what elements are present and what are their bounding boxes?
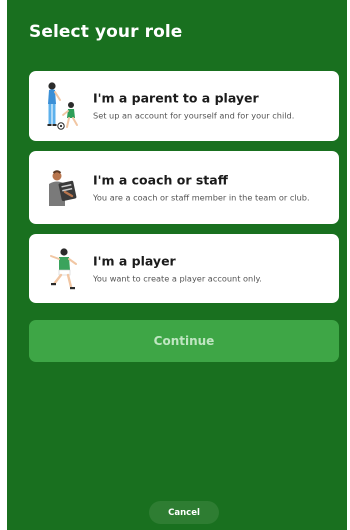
role-option-title: I'm a parent to a player (93, 90, 259, 106)
role-option-text: I'm a coach or staff You are a coach or … (93, 172, 331, 203)
player-running-icon (50, 247, 77, 289)
continue-button[interactable]: Continue (29, 320, 339, 362)
role-option-title: I'm a coach or staff (93, 172, 228, 187)
coach-with-clipboard-icon (49, 169, 77, 206)
role-option-description: You want to create a player account only… (93, 273, 262, 283)
role-option-coach[interactable]: I'm a coach or staff You are a coach or … (29, 151, 339, 224)
role-option-title: I'm a player (93, 253, 176, 268)
role-selection-panel: Select your role I'm a parent to a playe… (7, 0, 347, 530)
role-option-text: I'm a player You want to create a player… (93, 253, 331, 284)
role-option-description: Set up an account for yourself and for y… (93, 110, 295, 121)
role-option-text: I'm a parent to a player Set up an accou… (93, 91, 331, 122)
role-option-description: You are a coach or staff member in the t… (93, 192, 310, 202)
role-option-parent[interactable]: I'm a parent to a player Set up an accou… (29, 71, 339, 141)
page-title: Select your role (29, 22, 183, 42)
role-option-player[interactable]: I'm a player You want to create a player… (29, 234, 339, 303)
cancel-button[interactable]: Cancel (149, 501, 219, 524)
parent-and-child-icon (47, 82, 78, 130)
